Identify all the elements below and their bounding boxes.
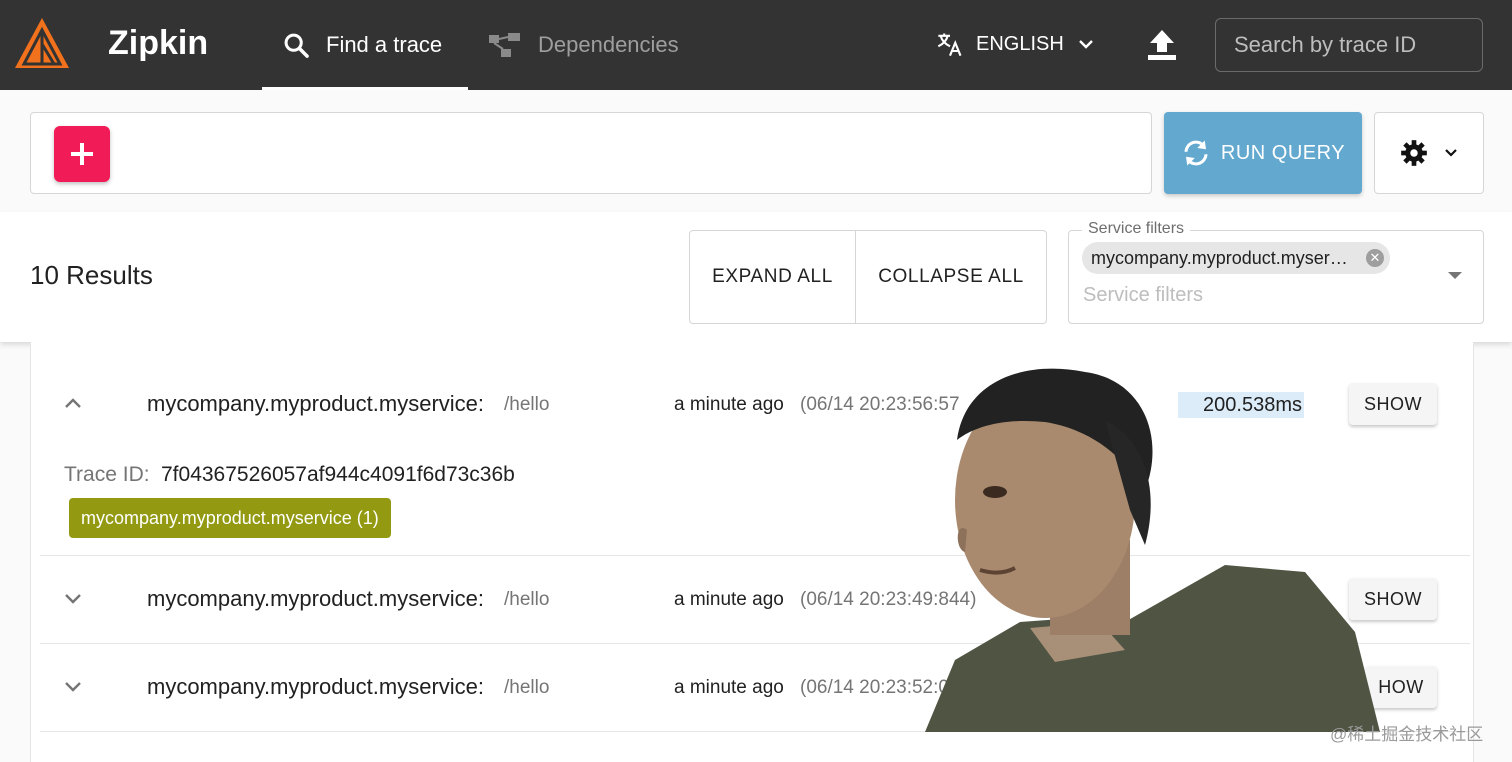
service-filter-chip-label: mycompany.myproduct.myservice	[1091, 247, 1353, 268]
chevron-down-icon[interactable]	[62, 679, 84, 695]
tab-find-a-trace[interactable]: Find a trace	[262, 0, 468, 90]
trace-service-name[interactable]: mycompany.myproduct.myservice:	[147, 674, 484, 700]
trace-id-label: Trace ID:	[64, 463, 150, 486]
app-bar: Zipkin Find a trace Dependencies ENGLISH	[0, 0, 1512, 90]
trace-service-name[interactable]: mycompany.myproduct.myservice:	[147, 586, 484, 612]
active-tab-indicator	[262, 87, 468, 90]
trace-span-name: /hello	[504, 677, 550, 698]
presenter-webcam-overlay	[925, 368, 1380, 732]
trace-relative-time: a minute ago	[674, 589, 784, 610]
expand-all-button[interactable]: EXPAND ALL	[690, 231, 856, 323]
tab-dependencies[interactable]: Dependencies	[488, 0, 679, 90]
watermark-text: @稀土掘金技术社区	[1330, 725, 1484, 744]
settings-menu-button[interactable]	[1374, 112, 1484, 194]
gear-icon	[1401, 140, 1427, 166]
trace-span-name: /hello	[504, 589, 550, 610]
search-icon	[284, 33, 309, 58]
chevron-up-icon[interactable]	[62, 395, 84, 411]
brand-title[interactable]: Zipkin	[108, 24, 208, 63]
run-query-button[interactable]: RUN QUERY	[1164, 112, 1362, 194]
trace-span-name: /hello	[504, 394, 550, 415]
query-builder[interactable]	[30, 112, 1152, 194]
chevron-down-icon	[1445, 149, 1457, 157]
dropdown-arrow-icon[interactable]	[1448, 272, 1462, 279]
dependencies-icon	[489, 33, 520, 57]
tab-dependencies-label: Dependencies	[538, 32, 679, 57]
upload-icon[interactable]	[1146, 28, 1178, 62]
zipkin-logo-icon[interactable]	[12, 14, 72, 74]
service-badge[interactable]: mycompany.myproduct.myservice (1)	[69, 498, 391, 538]
service-filter-placeholder[interactable]: Service filters	[1083, 284, 1203, 307]
expand-collapse-group: EXPAND ALL COLLAPSE ALL	[689, 230, 1047, 324]
refresh-icon	[1184, 140, 1208, 166]
trace-id-value: 7f04367526057af944c4091f6d73c36b	[161, 463, 515, 486]
service-filter-chip[interactable]: mycompany.myproduct.myservice ✕	[1082, 242, 1390, 274]
collapse-all-button[interactable]: COLLAPSE ALL	[856, 231, 1046, 323]
results-count: 10 Results	[30, 260, 153, 290]
service-filter-label: Service filters	[1082, 220, 1191, 238]
tab-find-a-trace-label: Find a trace	[326, 32, 443, 57]
chevron-down-icon	[1078, 40, 1093, 49]
run-query-label: RUN QUERY	[1220, 141, 1346, 164]
trace-id-search-input[interactable]	[1215, 18, 1483, 72]
language-selector[interactable]: ENGLISH	[936, 30, 1106, 58]
chevron-down-icon[interactable]	[62, 591, 84, 607]
trace-relative-time: a minute ago	[674, 677, 784, 698]
trace-relative-time: a minute ago	[674, 394, 784, 415]
plus-icon	[71, 143, 93, 165]
close-icon[interactable]: ✕	[1366, 249, 1384, 267]
translate-icon	[937, 33, 962, 57]
add-criteria-button[interactable]	[54, 126, 110, 182]
language-label: ENGLISH	[976, 32, 1064, 55]
trace-service-name[interactable]: mycompany.myproduct.myservice:	[147, 391, 484, 417]
